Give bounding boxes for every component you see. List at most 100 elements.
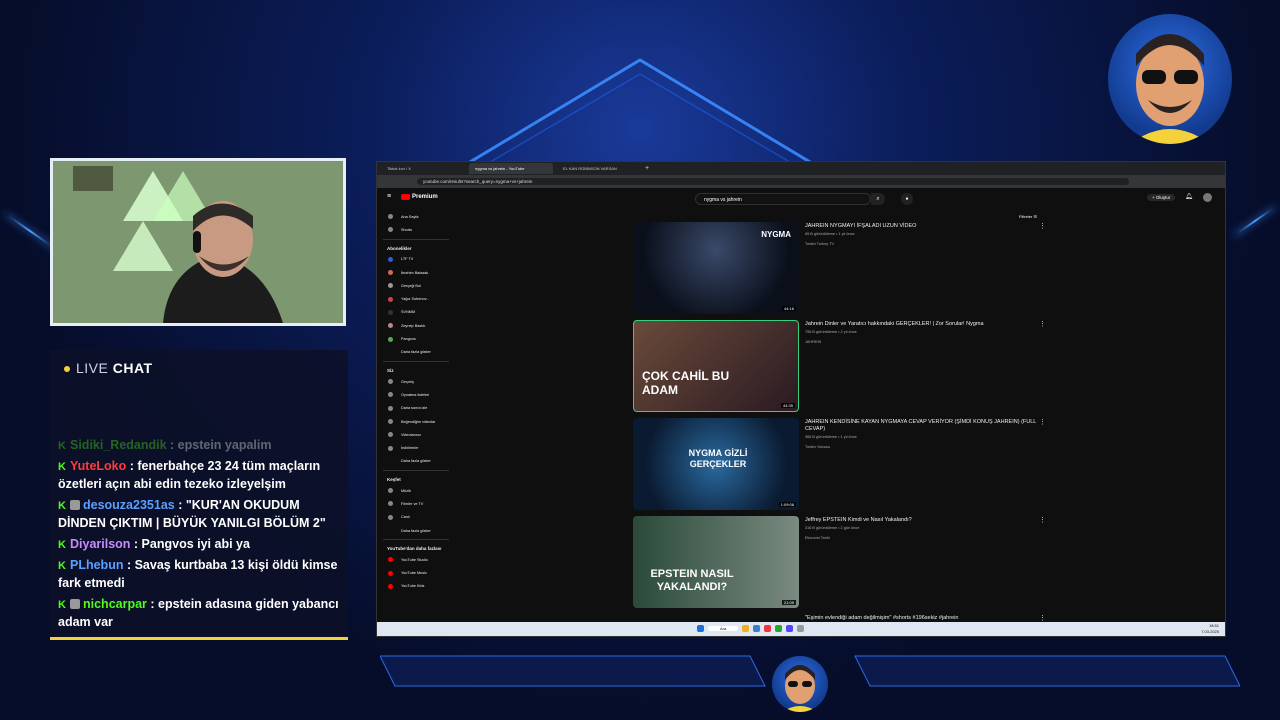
sidebar-item-liked[interactable]: Beğendiğim videolar <box>377 415 455 428</box>
taskbar-app-icon[interactable] <box>786 625 794 632</box>
film-icon <box>388 501 393 507</box>
chat-text: : epstein yapalim <box>170 438 272 452</box>
channel-name[interactable]: Ekonomi Tarihi <box>805 536 830 540</box>
menu-icon[interactable]: ≡ <box>387 193 391 200</box>
taskbar-search[interactable]: Ara <box>708 626 739 631</box>
chat-username: PLhebun <box>70 558 124 572</box>
channel-name[interactable]: Twitch Turkey TV <box>805 242 834 246</box>
sidebar-item-show-more[interactable]: Daha fazla göster <box>377 524 455 537</box>
taskbar-clock[interactable]: 18:51 7.03.2025 <box>1201 623 1219 635</box>
chat-message-list: K Sidiki_Redandik : epstein yapalim K Yute… <box>58 433 340 631</box>
sidebar-item-your-videos[interactable]: Videolarınız <box>377 428 455 441</box>
video-result[interactable]: NYGMA 44:16 JAHREIN NYGMAYI İFŞALADI UZU… <box>633 222 1053 316</box>
channel-avatar <box>388 296 393 302</box>
taskbar-app-icon[interactable] <box>742 625 750 632</box>
channel-avatar <box>388 283 393 289</box>
sidebar-item-subscription[interactable]: Pangvos <box>377 332 455 345</box>
more-options-icon[interactable]: ⋮ <box>1039 516 1046 524</box>
sidebar-item-shorts[interactable]: Shorts <box>377 223 455 236</box>
new-tab-icon[interactable]: + <box>645 165 649 172</box>
taskbar-app-icon[interactable] <box>764 625 772 632</box>
sidebar-item-live[interactable]: Canlı <box>377 511 455 524</box>
browser-tab-active[interactable]: nygma vs jahrein - YouTube <box>469 163 553 174</box>
sidebar-section-you[interactable]: Siz <box>377 364 455 375</box>
home-icon <box>388 214 393 220</box>
sidebar-item-watch-later[interactable]: Daha sonra izle <box>377 402 455 415</box>
live-icon <box>388 514 393 520</box>
sidebar-item-show-more[interactable]: Daha fazla göster <box>377 455 455 468</box>
channel-avatar <box>388 270 393 276</box>
sidebar-item-kids[interactable]: YouTube Kids <box>377 580 455 593</box>
more-options-icon[interactable]: ⋮ <box>1039 222 1046 230</box>
video-title[interactable]: Jahrein Dinler ve Yaratıcı hakkındaki GE… <box>805 321 1045 328</box>
sidebar-item-home[interactable]: Ana Sayfa <box>377 210 455 223</box>
more-options-icon[interactable]: ⋮ <box>1039 614 1046 622</box>
sidebar-item-studio[interactable]: YouTube Studio <box>377 553 455 566</box>
sidebar-item-playlists[interactable]: Oynatma listeleri <box>377 388 455 401</box>
video-duration: 44:35 <box>780 403 795 408</box>
search-input[interactable]: nygma vs jahrein <box>695 193 871 205</box>
windows-taskbar: Ara 18:51 7.03.2025 <box>377 622 1225 636</box>
video-result[interactable]: EPSTEIN NASIL YAKALANDI? 21:09 Jeffrey E… <box>633 516 1053 610</box>
video-thumbnail[interactable]: NYGMA GİZLİ GERÇEKLER 1:09:08 <box>633 418 799 510</box>
channel-avatar <box>388 323 393 329</box>
sidebar-item-show-more[interactable]: Daha fazla göster <box>377 346 455 359</box>
more-options-icon[interactable]: ⋮ <box>1039 320 1046 328</box>
video-duration: 1:09:08 <box>778 502 796 507</box>
video-title[interactable]: Jeffrey EPSTEIN Kimdi ve Nasıl Yakalandı… <box>805 517 1045 524</box>
sidebar-item-history[interactable]: Geçmiş <box>377 375 455 388</box>
sidebar-item-subscription[interactable]: Zeynep Bastık <box>377 319 455 332</box>
video-icon <box>388 432 393 438</box>
browser-window: Tiktok kıvı / X nygma vs jahrein - YouTu… <box>376 161 1226 637</box>
create-button[interactable]: + Oluştur <box>1147 194 1176 201</box>
thumbnail-text: ÇOK CAHİL BU ADAM <box>642 369 730 397</box>
youtube-play-icon <box>401 194 410 200</box>
sidebar-item-movies[interactable]: Filmler ve TV <box>377 497 455 510</box>
account-avatar[interactable] <box>1203 193 1212 202</box>
video-title[interactable]: JAHREIN KENDİSİNE KAYAN NYGMAYA CEVAP VE… <box>805 419 1045 433</box>
sidebar-divider <box>383 360 449 362</box>
search-button[interactable]: ⌕ <box>871 193 885 205</box>
chat-text: : Pangvos iyi abi ya <box>133 537 250 551</box>
browser-tab[interactable]: Tiktok kıvı / X <box>381 163 465 174</box>
filters-button[interactable]: Filtreler ☰ <box>1019 214 1037 219</box>
video-thumbnail[interactable]: EPSTEIN NASIL YAKALANDI? 21:09 <box>633 516 799 608</box>
live-dot-icon <box>64 366 70 373</box>
video-thumbnail[interactable]: ÇOK CAHİL BU ADAM 44:35 <box>633 320 799 412</box>
video-result[interactable]: NYGMA GİZLİ GERÇEKLER 1:09:08 JAHREIN KE… <box>633 418 1053 512</box>
youtube-studio-icon <box>388 557 393 563</box>
chat-message: K PLhebun : Savaş kurtbaba 13 kişi öldü k… <box>58 556 340 592</box>
download-icon <box>388 445 393 451</box>
sidebar-item-subscription[interactable]: Gerçeği Bul <box>377 279 455 292</box>
sidebar-item-music-app[interactable]: YouTube Music <box>377 567 455 580</box>
video-thumbnail[interactable]: NYGMA 44:16 <box>633 222 799 314</box>
chat-message: Knichcarpar : epstein adasına giden yaba… <box>58 595 340 631</box>
chat-username: desouza2351as <box>83 498 175 512</box>
sidebar-item-music[interactable]: Müzik <box>377 484 455 497</box>
video-result[interactable]: ÇOK CAHİL BU ADAM 44:35 Jahrein Dinler v… <box>633 320 1053 414</box>
streamer-avatar-small <box>772 656 828 712</box>
sidebar-section-subscriptions[interactable]: Abonelikler <box>377 242 455 253</box>
youtube-kids-icon <box>388 583 393 589</box>
taskbar-app-icon[interactable] <box>775 625 783 632</box>
taskbar-app-icon[interactable] <box>753 625 761 632</box>
sidebar-item-subscription[interactable]: İbrahim Balasak <box>377 266 455 279</box>
video-title[interactable]: JAHREIN NYGMAYI İFŞALADI UZUN VİDEO <box>805 223 1045 230</box>
notifications-icon[interactable]: 🔔︎ <box>1185 193 1193 200</box>
sidebar-item-subscription[interactable]: Yağız Sobenov... <box>377 292 455 305</box>
video-title[interactable]: "Eşimin evlendiği adam değilmişim" #shor… <box>805 615 1045 622</box>
mic-icon[interactable]: ● <box>901 193 913 205</box>
youtube-music-icon <box>388 570 393 576</box>
streamer-avatar-logo <box>1108 14 1232 144</box>
url-field[interactable]: youtube.com/results?search_query=nygma+v… <box>417 178 1129 185</box>
sidebar-item-subscription[interactable]: LTF TV <box>377 253 455 266</box>
youtube-logo[interactable]: Premium <box>401 194 438 200</box>
windows-start-icon[interactable] <box>697 625 704 632</box>
more-options-icon[interactable]: ⋮ <box>1039 418 1046 426</box>
channel-name[interactable]: JAHREIN <box>805 340 821 344</box>
browser-tab[interactable]: EL KAN ROBINSON VARSAN <box>557 163 641 174</box>
taskbar-app-icon[interactable] <box>797 625 805 632</box>
channel-name[interactable]: Twitch Yolcusu <box>805 445 830 449</box>
sidebar-item-downloads[interactable]: İndirilenler <box>377 441 455 454</box>
sidebar-item-subscription[interactable]: SVNMM <box>377 306 455 319</box>
